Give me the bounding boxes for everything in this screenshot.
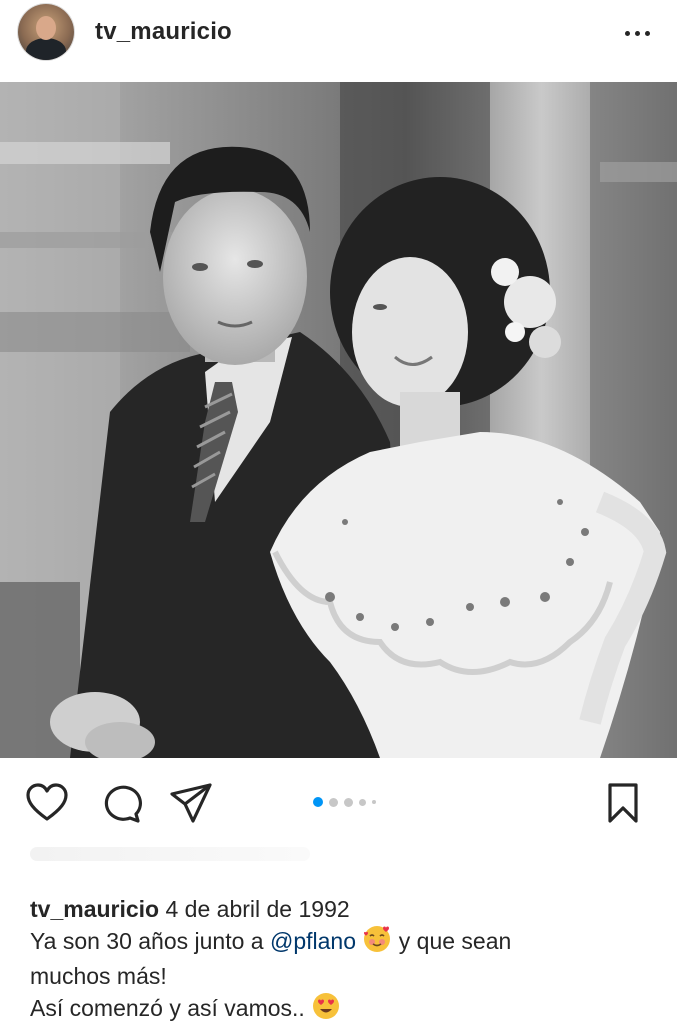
post-username[interactable]: tv_mauricio: [95, 18, 232, 46]
caption-line-1: tv_mauricio 4 de abril de 1992: [30, 894, 660, 924]
carousel-indicator: [313, 796, 376, 808]
caption-line-2: Ya son 30 años junto a @pflano y que sea…: [30, 924, 660, 961]
carousel-dot: [372, 800, 376, 804]
post-photo[interactable]: [0, 82, 677, 758]
wedding-photo-illustration: [0, 82, 677, 758]
heart-icon[interactable]: [24, 780, 70, 826]
post-caption: tv_mauricio 4 de abril de 1992 Ya son 30…: [30, 894, 660, 1028]
caption-line-3: muchos más!: [30, 963, 167, 989]
heart-eyes-icon: [311, 991, 341, 1028]
profile-avatar[interactable]: [18, 4, 74, 60]
more-dot: [624, 30, 630, 36]
carousel-dot: [344, 797, 353, 807]
caption-username[interactable]: tv_mauricio: [30, 896, 159, 922]
faded-likes-line: [30, 847, 310, 861]
caption-date: 4 de abril de 1992: [159, 896, 350, 922]
carousel-dot: [329, 797, 338, 807]
caption-text: Así comenzó y así vamos..: [30, 995, 312, 1021]
avatar-body: [26, 38, 66, 60]
avatar-face: [36, 16, 56, 40]
post-header: tv_mauricio: [0, 0, 677, 82]
caption-text: y que sean: [392, 928, 512, 954]
caption-text: Ya son 30 años junto a: [30, 928, 270, 954]
more-dot: [644, 30, 650, 36]
smiling-face-with-hearts-icon: [362, 924, 392, 961]
caption-line-4: Así comenzó y así vamos..: [30, 991, 660, 1028]
send-icon[interactable]: [168, 780, 214, 826]
carousel-dot: [359, 798, 366, 806]
comment-icon[interactable]: [98, 780, 144, 826]
post-actions: [0, 770, 677, 832]
bookmark-icon[interactable]: [600, 780, 646, 826]
mention-link[interactable]: @pflano: [270, 928, 356, 954]
more-options-icon[interactable]: [620, 20, 654, 46]
more-dot: [634, 30, 640, 36]
carousel-dot-active: [313, 797, 323, 807]
